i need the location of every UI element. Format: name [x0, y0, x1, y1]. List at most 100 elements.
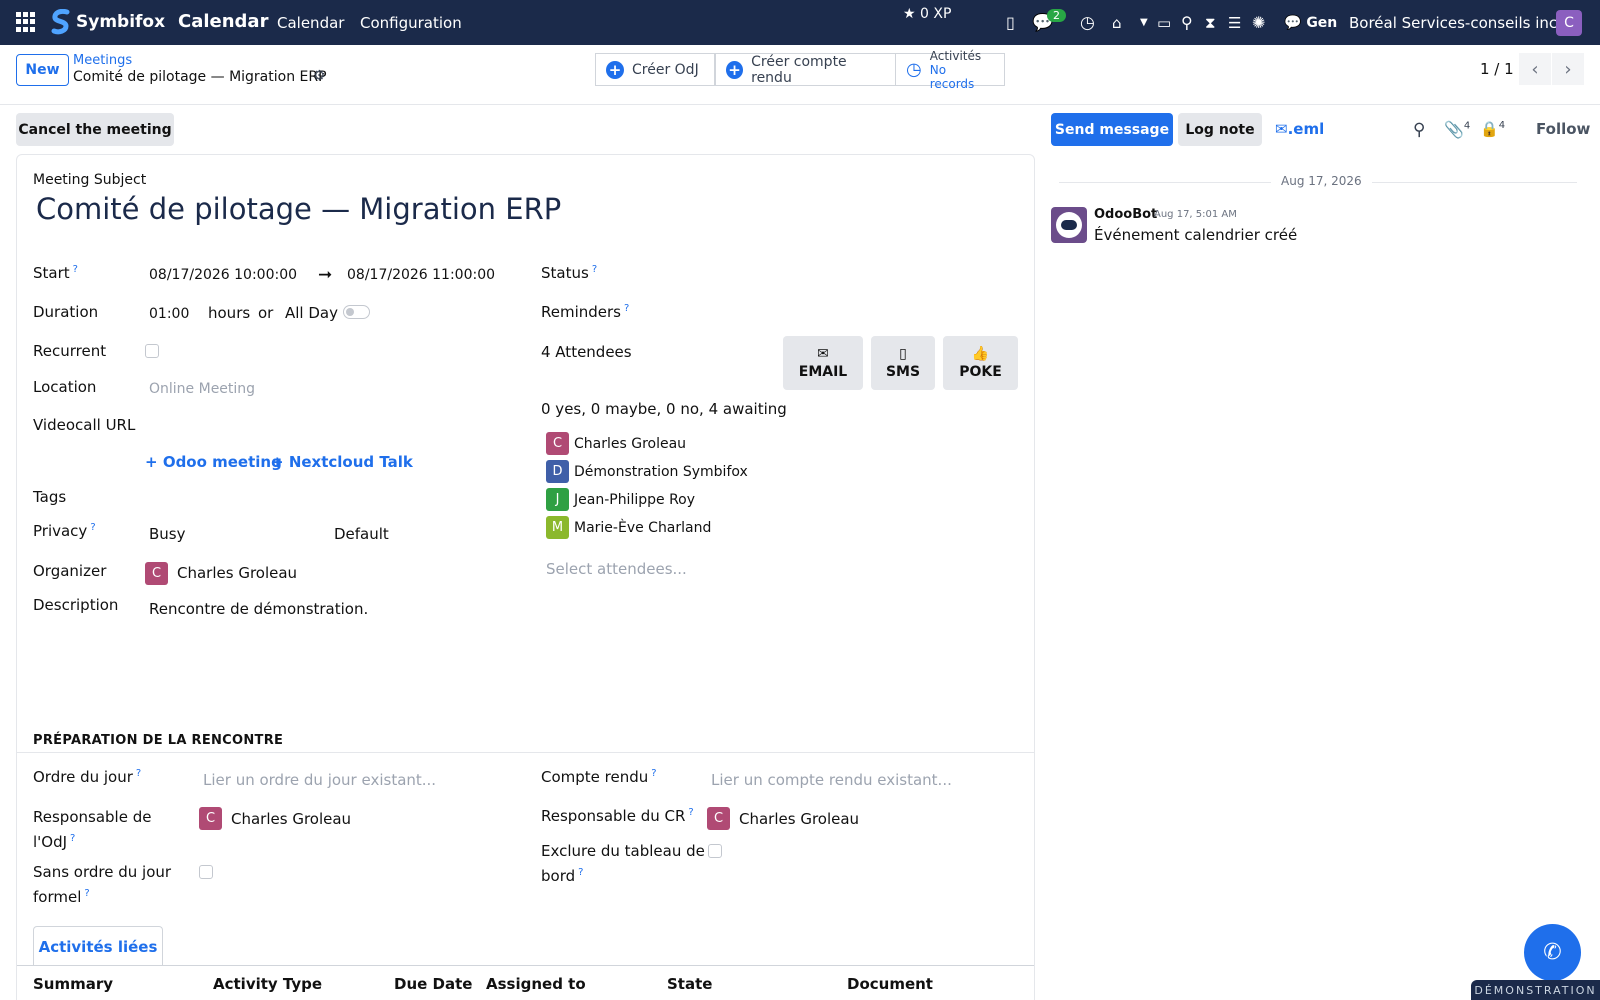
brand-logo[interactable]: Symbifox	[50, 9, 165, 35]
odj-input[interactable]: Lier un ordre du jour existant...	[203, 771, 436, 789]
help-icon: ?	[578, 867, 584, 878]
videocall-label: Videocall URL	[33, 416, 136, 434]
attachments-button[interactable]: 📎4	[1444, 120, 1470, 139]
attendee-name[interactable]: Démonstration Symbifox	[574, 464, 748, 480]
timer-icon[interactable]: ⧗	[1205, 0, 1216, 45]
tags-label: Tags	[33, 488, 67, 506]
search-icon[interactable]: ⚲	[1181, 0, 1193, 45]
meeting-subject[interactable]: Comité de pilotage — Migration ERP	[36, 192, 561, 226]
location-input[interactable]: Online Meeting	[149, 381, 255, 397]
app-name[interactable]: Calendar	[178, 11, 268, 32]
gen-label: Gen	[1306, 14, 1338, 31]
help-icon: ?	[651, 768, 657, 779]
organizer-name[interactable]: Charles Groleau	[177, 564, 297, 582]
col-document[interactable]: Document	[847, 975, 933, 993]
menu-configuration[interactable]: Configuration	[360, 14, 462, 32]
envelope-icon: ✉	[817, 346, 829, 362]
activity-clock-icon[interactable]: ◷	[1080, 0, 1095, 45]
select-attendees-input[interactable]: Select attendees...	[546, 560, 687, 578]
sliders-icon[interactable]: ☰	[1228, 0, 1241, 45]
help-icon: ?	[70, 833, 76, 844]
notes-icon[interactable]: ▭	[1157, 0, 1171, 45]
clock-icon: ◷	[906, 59, 922, 80]
col-summary[interactable]: Summary	[33, 975, 113, 993]
chat-icon[interactable]: 💬	[1032, 0, 1053, 45]
mobile-icon[interactable]: ▯	[1006, 0, 1015, 45]
pager-next-icon[interactable]: ›	[1552, 53, 1584, 85]
email-attendees-button[interactable]: ✉ EMAIL	[783, 336, 863, 390]
show-as-select[interactable]: Busy	[149, 525, 186, 543]
chat-count-badge: 2	[1047, 9, 1066, 22]
or-label: or	[258, 304, 274, 322]
inbox-icon[interactable]: ⌂	[1112, 0, 1122, 45]
log-note-button[interactable]: Log note	[1178, 113, 1262, 146]
attendee-name[interactable]: Charles Groleau	[574, 436, 686, 452]
description-field[interactable]: Rencontre de démonstration.	[149, 600, 368, 618]
help-icon: ?	[84, 888, 90, 899]
followers-button[interactable]: 🔒4	[1480, 120, 1505, 138]
create-cr-button[interactable]: + Créer compte rendu	[715, 53, 896, 86]
sans-odj-checkbox[interactable]	[199, 865, 213, 879]
cr-input[interactable]: Lier un compte rendu existant...	[711, 771, 952, 789]
exclure-checkbox[interactable]	[708, 844, 722, 858]
col-state[interactable]: State	[667, 975, 712, 993]
arrow-right-icon: ➞	[318, 265, 333, 285]
col-activity-type[interactable]: Activity Type	[213, 975, 322, 993]
tab-linked-activities[interactable]: Activités liées	[33, 926, 163, 966]
privacy-select[interactable]: Default	[334, 525, 389, 543]
bug-icon[interactable]: ✺	[1252, 0, 1265, 45]
activities-smart-button[interactable]: ◷ Activités No records	[895, 49, 1005, 91]
section-divider	[17, 752, 1034, 753]
pager-value[interactable]: 1 / 1	[1480, 60, 1514, 78]
phone-call-button[interactable]: ✆	[1524, 924, 1581, 981]
send-message-button[interactable]: Send message	[1051, 113, 1173, 146]
description-label: Description	[33, 596, 119, 614]
col-due-date[interactable]: Due Date	[394, 975, 472, 993]
breadcrumb-current: Comité de pilotage — Migration ERP	[73, 69, 327, 85]
all-day-toggle[interactable]	[343, 305, 370, 319]
eml-button[interactable]: ✉.eml	[1275, 120, 1324, 138]
nextcloud-talk-link[interactable]: + Nextcloud Talk	[271, 453, 413, 471]
xp-indicator[interactable]: ★ 0 XP	[903, 0, 951, 36]
breadcrumb-meetings[interactable]: Meetings	[73, 53, 132, 68]
menu-calendar[interactable]: Calendar	[277, 14, 344, 32]
caret-down-icon[interactable]: ▼	[1140, 0, 1148, 45]
resp-cr-name[interactable]: Charles Groleau	[739, 810, 859, 828]
organizer-label: Organizer	[33, 562, 107, 580]
resp-odj-label: Responsable de l'OdJ?	[33, 808, 152, 851]
create-cr-label: Créer compte rendu	[751, 53, 847, 86]
follow-button[interactable]: Follow	[1536, 120, 1590, 138]
top-navbar: Symbifox Calendar Calendar Configuration…	[0, 0, 1600, 45]
user-menu[interactable]: C	[1556, 0, 1582, 45]
recurrent-checkbox[interactable]	[145, 344, 159, 358]
search-messages-icon[interactable]: ⚲	[1413, 120, 1425, 140]
help-icon: ?	[688, 807, 694, 818]
control-panel: New Meetings Comité de pilotage — Migrat…	[0, 45, 1600, 105]
duration-label: Duration	[33, 303, 99, 321]
cancel-meeting-button[interactable]: Cancel the meeting	[16, 113, 174, 146]
message-author[interactable]: OdooBot	[1094, 207, 1157, 222]
user-avatar: C	[1556, 9, 1582, 36]
duration-field[interactable]: 01:00	[149, 306, 189, 322]
prep-section-title: PRÉPARATION DE LA RENCONTRE	[33, 733, 284, 748]
end-datetime[interactable]: 08/17/2026 11:00:00	[347, 267, 495, 283]
pager-previous-icon[interactable]: ‹	[1519, 53, 1551, 85]
attendee-name[interactable]: Jean-Philippe Roy	[574, 492, 695, 508]
sms-attendees-button[interactable]: ▯ SMS	[871, 336, 935, 390]
start-datetime[interactable]: 08/17/2026 10:00:00	[149, 267, 297, 283]
thumbs-up-icon: 👍	[971, 346, 990, 362]
tab-divider	[17, 965, 1034, 966]
new-button[interactable]: New	[16, 54, 69, 86]
odoo-meeting-link[interactable]: + Odoo meeting	[145, 453, 282, 471]
attendee-name[interactable]: Marie-Ève Charland	[574, 520, 711, 536]
create-odj-button[interactable]: + Créer OdJ	[595, 53, 715, 86]
poke-attendees-button[interactable]: 👍 POKE	[943, 336, 1018, 390]
help-icon: ?	[72, 264, 78, 275]
apps-menu-icon[interactable]	[16, 12, 36, 32]
company-switcher[interactable]: Boréal Services-conseils inc.	[1349, 0, 1562, 45]
resp-odj-name[interactable]: Charles Groleau	[231, 810, 351, 828]
gear-icon[interactable]: ⚙	[313, 68, 326, 84]
col-assigned-to[interactable]: Assigned to	[486, 975, 586, 993]
start-label: Start?	[33, 264, 78, 282]
gen-button[interactable]: 💬 Gen	[1284, 0, 1337, 45]
